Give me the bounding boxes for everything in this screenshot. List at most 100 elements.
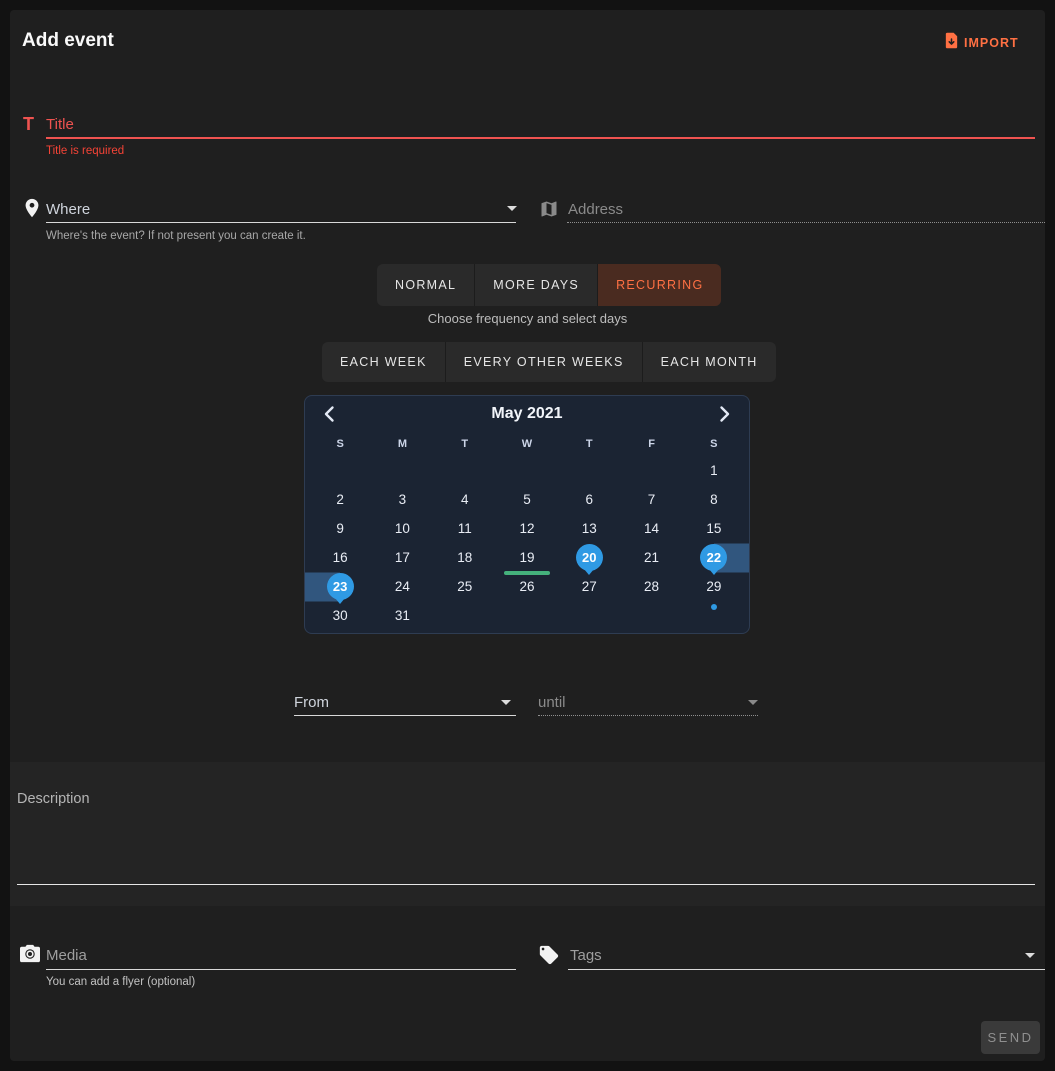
calendar-day[interactable]: 15 [683,514,745,543]
from-underline [294,715,516,716]
address-input[interactable]: Address [568,201,623,218]
option-every-other-weeks[interactable]: EVERY OTHER WEEKS [446,342,643,382]
page-title: Add event [22,30,114,52]
calendar-day[interactable]: 24 [371,572,433,601]
option-each-month[interactable]: EACH MONTH [643,342,776,382]
tags-select[interactable]: Tags [570,947,602,964]
media-underline [46,969,516,970]
day-number: 15 [706,521,721,536]
until-time-select[interactable]: until [538,694,566,711]
calendar-day-empty [558,456,620,485]
calendar-day[interactable]: 2 [309,485,371,514]
next-month-chevron-icon[interactable] [715,405,733,423]
calendar-day[interactable]: 18 [434,543,496,572]
calendar-header: May 2021 [305,396,749,432]
title-input[interactable]: Title [46,116,74,133]
calendar-day[interactable]: 28 [620,572,682,601]
calendar-day[interactable]: 1 [683,456,745,485]
add-event-page: Add event IMPORT T Title Title is requir… [0,0,1055,1071]
calendar-day[interactable]: 29 [683,572,745,601]
event-type-tab-group: NORMAL MORE DAYS RECURRING [377,264,721,306]
day-number: 17 [395,550,410,565]
where-select[interactable]: Where [46,201,90,218]
day-number: 29 [706,579,721,594]
day-number: 21 [644,550,659,565]
day-number: 7 [648,492,656,507]
weekday-label: F [620,432,682,456]
day-number: 13 [582,521,597,536]
calendar-day[interactable]: 8 [683,485,745,514]
day-number: 2 [336,492,344,507]
calendar-day[interactable]: 31 [371,601,433,630]
calendar-day[interactable]: 9 [309,514,371,543]
day-number: 11 [458,521,472,536]
frequency-hint-text: Choose frequency and select days [10,311,1045,326]
calendar-day[interactable]: 30 [309,601,371,630]
map-icon [539,199,559,224]
calendar: May 2021 S M T W T F S 12345678910111213… [304,395,750,634]
calendar-day[interactable]: 26 [496,572,558,601]
weekday-row: S M T W T F S [305,432,749,456]
option-each-week[interactable]: EACH WEEK [322,342,446,382]
description-textarea[interactable]: Description [17,791,90,807]
title-error-text: Title is required [46,145,124,157]
weekday-label: S [309,432,371,456]
calendar-day[interactable]: 21 [620,543,682,572]
day-number: 14 [644,521,659,536]
calendar-day[interactable]: 14 [620,514,682,543]
send-button[interactable]: SEND [981,1021,1040,1054]
weekday-label: S [683,432,745,456]
day-number: 31 [395,608,410,623]
calendar-day[interactable]: 10 [371,514,433,543]
weekday-label: M [371,432,433,456]
calendar-day[interactable]: 5 [496,485,558,514]
from-caret-icon[interactable] [501,700,511,705]
frequency-option-group: EACH WEEK EVERY OTHER WEEKS EACH MONTH [322,342,776,382]
import-button[interactable]: IMPORT [943,31,1019,55]
media-helper-text: You can add a flyer (optional) [46,976,195,988]
day-number: 6 [586,492,594,507]
calendar-day[interactable]: 13 [558,514,620,543]
media-input[interactable]: Media [46,947,87,964]
weekday-label: T [558,432,620,456]
day-number: 30 [333,608,348,623]
calendar-day-empty [434,601,496,630]
calendar-day[interactable]: 25 [434,572,496,601]
calendar-day[interactable]: 27 [558,572,620,601]
day-number: 24 [395,579,410,594]
calendar-day[interactable]: 16 [309,543,371,572]
title-underline [46,137,1035,139]
calendar-day-empty [434,456,496,485]
calendar-day[interactable]: 4 [434,485,496,514]
day-number: 10 [395,521,410,536]
where-caret-icon[interactable] [507,206,517,211]
calendar-day[interactable]: 3 [371,485,433,514]
day-number: 12 [519,521,534,536]
calendar-day-empty [309,456,371,485]
selected-day-balloon: 23 [327,573,354,600]
import-label: IMPORT [964,36,1019,50]
from-time-select[interactable]: From [294,694,329,711]
calendar-day[interactable]: 11 [434,514,496,543]
day-dot-marker [711,604,717,610]
tab-recurring[interactable]: RECURRING [598,264,721,306]
calendar-grid: 1234567891011121314151617181920212223242… [305,456,749,630]
calendar-day-empty [620,601,682,630]
calendar-day[interactable]: 17 [371,543,433,572]
calendar-day[interactable]: 22 [683,543,745,572]
address-underline [567,222,1045,223]
calendar-day[interactable]: 7 [620,485,682,514]
calendar-day[interactable]: 20 [558,543,620,572]
tags-caret-icon[interactable] [1025,953,1035,958]
day-underline-marker [504,571,550,576]
location-pin-icon [21,197,43,224]
calendar-day[interactable]: 12 [496,514,558,543]
calendar-day-empty [496,456,558,485]
day-number: 26 [519,579,534,594]
calendar-day[interactable]: 6 [558,485,620,514]
calendar-day[interactable]: 23 [309,572,371,601]
calendar-day[interactable]: 19 [496,543,558,572]
tab-normal[interactable]: NORMAL [377,264,475,306]
calendar-day-empty [371,456,433,485]
tab-more-days[interactable]: MORE DAYS [475,264,598,306]
